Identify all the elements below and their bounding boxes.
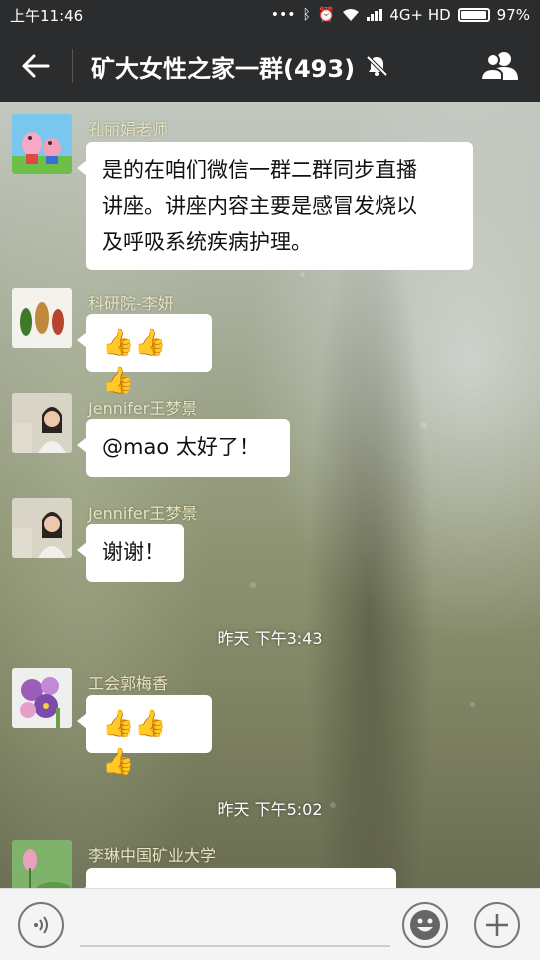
avatar[interactable] xyxy=(12,288,72,348)
wifi-icon xyxy=(343,9,360,21)
emoji-icon xyxy=(410,910,440,940)
message-line: 👍👍👍 xyxy=(102,328,167,396)
avatar[interactable] xyxy=(12,114,72,174)
battery-icon xyxy=(457,8,490,22)
more-functions-button[interactable] xyxy=(474,902,520,948)
droplet xyxy=(420,422,427,429)
status-time: 上午11:46 xyxy=(10,6,84,25)
input-bar xyxy=(0,888,540,960)
sender-name: Jennifer王梦景 xyxy=(88,504,198,523)
peppa-pig-avatar-image xyxy=(12,114,72,174)
plus-icon xyxy=(486,914,508,936)
timestamp: 昨天 下午3:43 xyxy=(217,629,323,648)
message-input[interactable] xyxy=(80,945,390,947)
droplet xyxy=(470,702,475,707)
droplet xyxy=(250,582,256,588)
avatar[interactable] xyxy=(12,668,72,728)
message-line: 是的在咱们微信一群二群同步直播 xyxy=(102,158,417,182)
timestamp: 昨天 下午5:02 xyxy=(217,800,323,819)
message-line: 讲座。讲座内容主要是感冒发烧以 xyxy=(102,194,417,218)
flowers-avatar-image xyxy=(12,668,72,728)
voice-button[interactable] xyxy=(18,902,64,948)
back-arrow-icon xyxy=(22,54,50,78)
sender-name: 科研院-李妍 xyxy=(88,294,174,313)
signal-icon xyxy=(367,9,383,21)
message-bubble[interactable]: 是的在咱们微信一群二群同步直播 讲座。讲座内容主要是感冒发烧以 及呼吸系统疾病护… xyxy=(77,142,473,270)
message-bubble[interactable] xyxy=(77,868,396,888)
alarm-icon: ⏰ xyxy=(317,7,336,23)
avatar[interactable] xyxy=(12,393,72,453)
bluetooth-icon: ᛒ xyxy=(302,7,311,23)
back-button[interactable] xyxy=(0,30,72,102)
group-members-button[interactable] xyxy=(460,30,540,102)
voice-icon xyxy=(34,916,48,934)
sender-name: 孔丽娟老师 xyxy=(88,120,169,139)
droplet xyxy=(300,272,305,277)
message-line: @mao 太好了！ xyxy=(102,435,260,459)
sender-name: 李琳中国矿业大学 xyxy=(88,846,217,865)
person-avatar-image xyxy=(12,498,72,558)
message-bubble[interactable]: 谢谢！ xyxy=(77,524,184,582)
status-bar: 上午11:46 ••• ᛒ ⏰ 4G+ HD 97% xyxy=(0,0,540,30)
chat-area[interactable]: 孔丽娟老师 是的在咱们微信一群二群同步直播 讲座。讲座内容主要是感冒发烧以 及呼… xyxy=(0,102,540,888)
avatar[interactable] xyxy=(12,498,72,558)
sender-name: 工会郭梅香 xyxy=(88,674,169,693)
leaves-avatar-image xyxy=(12,288,72,348)
message-line: 谢谢！ xyxy=(102,540,165,564)
network-label: 4G+ HD xyxy=(389,6,451,24)
chat-title: 矿大女性之家一群(493) xyxy=(91,54,356,83)
message-bubble[interactable]: 👍👍👍 xyxy=(77,695,212,777)
battery-percent: 97% xyxy=(496,6,530,24)
message-line: 👍👍👍 xyxy=(102,709,167,777)
sender-name: Jennifer王梦景 xyxy=(88,399,198,418)
more-dots-icon: ••• xyxy=(270,7,296,23)
chat-title-wrap: 矿大女性之家一群(493) xyxy=(91,49,389,84)
chat-header: 矿大女性之家一群(493) xyxy=(0,30,540,102)
header-divider xyxy=(72,49,73,83)
person-avatar-image xyxy=(12,393,72,453)
message-line: 及呼吸系统疾病护理。 xyxy=(102,230,312,254)
message-bubble[interactable]: @mao 太好了！ xyxy=(77,419,290,477)
members-icon xyxy=(480,52,518,81)
lotus-avatar-image xyxy=(12,840,72,888)
message-bubble[interactable]: 👍👍👍 xyxy=(77,314,212,396)
avatar[interactable] xyxy=(12,840,72,888)
emoji-button[interactable] xyxy=(402,902,448,948)
bell-off-icon xyxy=(366,55,388,77)
